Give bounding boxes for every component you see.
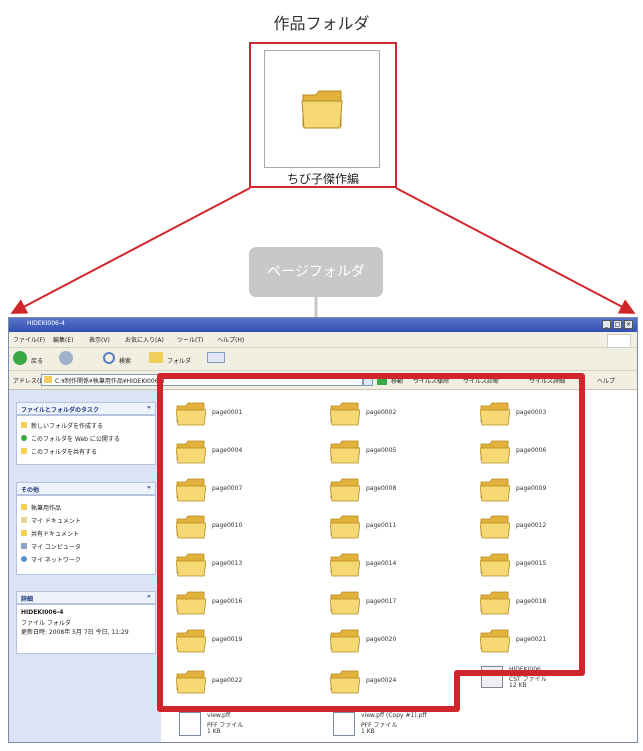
left-arrow (10, 187, 251, 314)
tasks-panel-title: ファイルとフォルダのタスク (21, 407, 100, 414)
my-network-icon (21, 556, 27, 562)
other-link-shared-documents[interactable]: 共有ドキュメント (31, 529, 79, 538)
menu-tools[interactable]: ツール(T) (177, 335, 203, 344)
task-publish-web[interactable]: このフォルダを Web に公開する (31, 434, 120, 443)
back-button[interactable]: 戻る (31, 356, 43, 365)
search-icon[interactable] (103, 352, 115, 364)
windows-logo-icon (607, 334, 631, 348)
shared-documents-icon (21, 530, 27, 536)
view-mode-icon[interactable] (207, 352, 225, 363)
close-button[interactable]: × (624, 320, 633, 329)
help-button[interactable]: ヘルプ (597, 376, 615, 385)
address-folder-icon (44, 376, 52, 383)
detail-name: HIDEKI006-4 (21, 609, 64, 616)
page-folders-highlight (157, 373, 585, 712)
other-link-works[interactable]: 執筆用作品 (31, 503, 61, 512)
search-button[interactable]: 検索 (119, 356, 131, 365)
address-path: C:¥制作関係¥執筆用作品¥HIDEKI006-4 (55, 378, 165, 385)
menu-view[interactable]: 表示(V) (89, 335, 110, 344)
other-panel-title: その他 (21, 487, 40, 494)
page-folder-callout-text: ページフォルダ (267, 264, 365, 280)
detail-panel-title: 詳細 (21, 596, 34, 603)
other-link-my-documents[interactable]: マイ ドキュメント (31, 516, 81, 525)
detail-type: ファイル フォルダ (21, 620, 71, 627)
my-computer-icon (21, 543, 27, 549)
right-arrow (395, 187, 636, 314)
folder-icon (21, 504, 27, 510)
forward-arrow-icon[interactable] (59, 351, 73, 365)
folders-icon[interactable] (149, 352, 163, 363)
file-size: 1 KB (361, 728, 375, 735)
detail-date: 更新日時: 2008年 5月 7日 今日, 11:29 (21, 629, 129, 636)
menu-help[interactable]: ヘルプ(H) (217, 335, 244, 344)
window-titlebar[interactable] (9, 318, 637, 332)
menu-file[interactable]: ファイル(F) (13, 335, 45, 344)
collapse-icon[interactable]: « (147, 593, 151, 600)
detail-panel-header[interactable] (16, 591, 156, 604)
maximize-button[interactable]: □ (613, 320, 622, 329)
new-folder-icon (21, 422, 27, 428)
minimize-button[interactable]: _ (602, 320, 611, 329)
other-link-my-computer[interactable]: マイ コンピュータ (31, 542, 81, 551)
pff-file-icon[interactable] (179, 712, 201, 736)
menu-favorites[interactable]: お気に入り(A) (125, 335, 164, 344)
pff-file-icon[interactable] (333, 712, 355, 736)
task-share-folder[interactable]: このフォルダを共有する (31, 447, 97, 456)
file-size: 1 KB (207, 728, 221, 735)
folders-button[interactable]: フォルダ (167, 356, 191, 365)
collapse-icon[interactable]: « (147, 404, 151, 411)
file-name: view.pff (207, 712, 231, 719)
share-folder-icon (21, 448, 27, 454)
web-publish-icon (21, 435, 27, 441)
collapse-icon[interactable]: « (147, 484, 151, 491)
file-name: view.pff (Copy #1).pff (361, 712, 427, 719)
back-arrow-icon[interactable] (13, 351, 27, 365)
task-new-folder[interactable]: 新しいフォルダを作成する (31, 421, 103, 430)
menu-edit[interactable]: 編集(E) (53, 335, 73, 344)
window-title: HIDEKI006-4 (27, 320, 65, 327)
my-documents-icon (21, 517, 27, 523)
other-link-my-network[interactable]: マイ ネットワーク (31, 555, 81, 564)
